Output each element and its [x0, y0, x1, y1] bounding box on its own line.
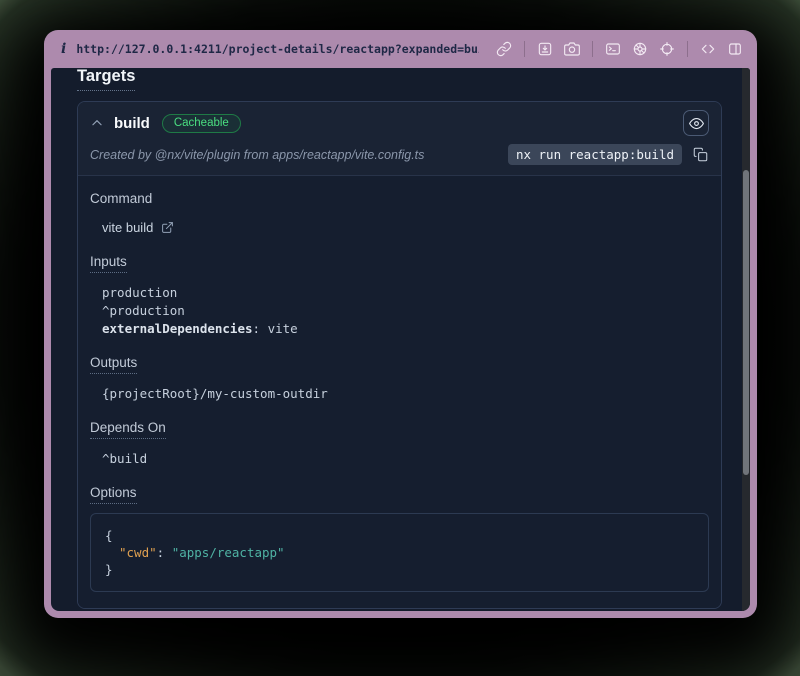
toolbar-actions [495, 40, 744, 58]
command-label: Command [90, 191, 152, 206]
json-separator: : [157, 545, 172, 560]
command-section: Command vite build [90, 190, 709, 237]
browser-toolbar: i http://127.0.0.1:4211/project-details/… [51, 30, 750, 68]
cacheable-badge: Cacheable [162, 114, 241, 133]
run-command-chip[interactable]: nx run reactapp:build [508, 144, 682, 165]
input-item: production [102, 284, 709, 302]
desktop-backdrop: i http://127.0.0.1:4211/project-details/… [0, 0, 800, 676]
copy-icon[interactable] [693, 147, 709, 163]
outputs-section: Outputs {projectRoot}/my-custom-outdir [90, 354, 709, 403]
toolbar-separator [592, 41, 593, 57]
options-json-block: { "cwd": "apps/reactapp" } [90, 513, 709, 592]
options-label: Options [90, 485, 137, 504]
wheel-icon[interactable] [631, 40, 649, 58]
page-content: Targets build Cacheable Created by @nx/v… [51, 68, 750, 611]
target-name: build [114, 115, 150, 132]
json-key: "cwd" [119, 545, 157, 560]
outputs-label: Outputs [90, 355, 137, 374]
depends-on-section: Depends On ^build [90, 419, 709, 468]
info-glyph: i [59, 41, 68, 57]
input-value: : vite [253, 321, 298, 336]
view-graph-button[interactable] [683, 110, 709, 136]
input-item: externalDependencies: vite [102, 320, 709, 338]
scrollbar-track[interactable] [742, 68, 750, 611]
created-by-text: Created by @nx/vite/plugin from apps/rea… [90, 148, 424, 162]
depends-on-item: ^build [102, 450, 709, 468]
json-close-brace: } [105, 561, 694, 578]
options-section: Options { "cwd": "apps/reactapp" } [90, 484, 709, 592]
output-item: {projectRoot}/my-custom-outdir [102, 385, 709, 403]
chevron-up-icon[interactable] [90, 116, 104, 130]
json-value: "apps/reactapp" [172, 545, 285, 560]
page-title: Targets [77, 68, 135, 91]
build-target-subheader: Created by @nx/vite/plugin from apps/rea… [78, 142, 721, 175]
build-target-card: build Cacheable Created by @nx/vite/plug… [77, 101, 722, 609]
url-bar[interactable]: http://127.0.0.1:4211/project-details/re… [76, 42, 479, 56]
command-value: vite build [102, 219, 153, 237]
toolbar-separator [524, 41, 525, 57]
input-item: ^production [102, 302, 709, 320]
external-link-icon[interactable] [161, 221, 175, 235]
code-icon[interactable] [699, 40, 717, 58]
build-target-body: Command vite build Inputs [78, 176, 721, 608]
scrollbar-thumb[interactable] [743, 170, 749, 475]
json-property: "cwd": "apps/reactapp" [105, 544, 694, 561]
toolbar-separator [687, 41, 688, 57]
crosshair-icon[interactable] [658, 40, 676, 58]
link-icon[interactable] [495, 40, 513, 58]
split-view-icon[interactable] [726, 40, 744, 58]
camera-icon[interactable] [563, 40, 581, 58]
depends-on-label: Depends On [90, 420, 166, 439]
json-open-brace: { [105, 527, 694, 544]
browser-window: i http://127.0.0.1:4211/project-details/… [44, 30, 757, 618]
inputs-section: Inputs production ^production externalDe… [90, 253, 709, 338]
inputs-label: Inputs [90, 254, 127, 273]
input-key: externalDependencies [102, 321, 253, 336]
terminal-icon[interactable] [604, 40, 622, 58]
save-download-icon[interactable] [536, 40, 554, 58]
build-target-header[interactable]: build Cacheable [78, 102, 721, 142]
